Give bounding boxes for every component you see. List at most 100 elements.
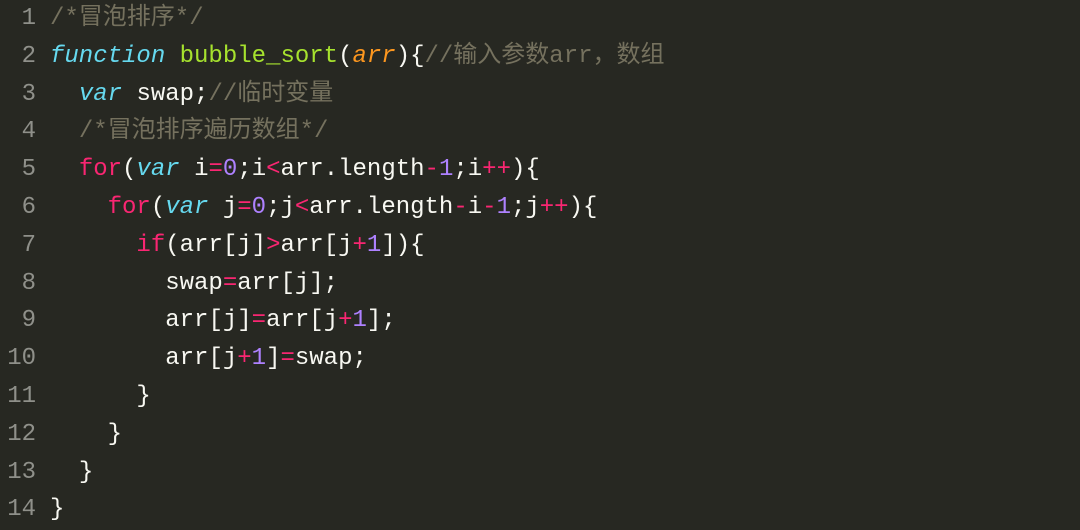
token: arr [180,232,223,259]
token: + [237,345,251,372]
token [50,421,108,448]
token: ; [352,345,366,372]
token: } [50,496,64,523]
token: ( [165,232,179,259]
token: /*冒泡排序*/ [50,5,204,32]
token [50,118,79,145]
token: //临时变量 [208,81,333,108]
line-number: 5 [0,151,44,189]
token: + [353,232,367,259]
line-number: 1 [0,0,44,38]
token: arr [165,345,208,372]
token: j [223,345,237,372]
token: ] [266,345,280,372]
token: swap [165,270,223,297]
line-number: 10 [0,340,44,378]
code-line[interactable]: for(var j=0;j<arr.length-i-1;j++){ [50,189,1080,227]
token: ] [309,270,323,297]
line-number: 4 [0,113,44,151]
token: 1 [367,232,381,259]
token: swap [136,81,194,108]
token: bubble_sort [180,43,338,70]
code-line[interactable]: swap=arr[j]; [50,265,1080,303]
code-line[interactable]: if(arr[j]>arr[j+1]){ [50,227,1080,265]
token: ; [511,194,525,221]
token: { [525,156,539,183]
token [50,307,165,334]
token: arr [237,270,280,297]
token: { [583,194,597,221]
token: } [108,421,122,448]
token: var [136,156,179,183]
line-number: 3 [0,76,44,114]
code-editor[interactable]: 1234567891011121314 /*冒泡排序*/function bub… [0,0,1080,530]
token [50,345,165,372]
token: length [338,156,424,183]
code-line[interactable]: for(var i=0;i<arr.length-1;i++){ [50,151,1080,189]
token: j [223,194,237,221]
token: [ [324,232,338,259]
token: for [108,194,151,221]
token: j [338,232,352,259]
token: [ [309,307,323,334]
token: function [50,43,165,70]
code-line[interactable]: } [50,416,1080,454]
code-line[interactable]: var swap;//临时变量 [50,76,1080,114]
token: ++ [540,194,569,221]
line-number: 11 [0,378,44,416]
token: 0 [223,156,237,183]
token: = [252,307,266,334]
token: ; [453,156,467,183]
token: /*冒泡排序遍历数组*/ [79,118,329,145]
line-number: 12 [0,416,44,454]
token: arr [352,43,395,70]
code-line[interactable]: function bubble_sort(arr){//输入参数arr，数组 [50,38,1080,76]
token: ; [381,307,395,334]
token: arr [165,307,208,334]
token: var [165,194,208,221]
token: 1 [353,307,367,334]
code-area[interactable]: /*冒泡排序*/function bubble_sort(arr){//输入参数… [44,0,1080,530]
token: ; [324,270,338,297]
code-line[interactable]: arr[j+1]=swap; [50,340,1080,378]
token: j [324,307,338,334]
token: i [252,156,266,183]
token [180,156,194,183]
token: j [295,270,309,297]
token: ) [569,194,583,221]
token [50,156,79,183]
token: > [266,232,280,259]
token: . [353,194,367,221]
token: 0 [252,194,266,221]
code-line[interactable]: } [50,378,1080,416]
token: - [425,156,439,183]
token: < [266,156,280,183]
token: var [79,81,122,108]
code-line[interactable]: arr[j]=arr[j+1]; [50,302,1080,340]
line-number: 2 [0,38,44,76]
token: ] [381,232,395,259]
token: ( [338,43,352,70]
token: + [338,307,352,334]
token: j [223,307,237,334]
token: - [482,194,496,221]
token: [ [208,345,222,372]
code-line[interactable]: } [50,454,1080,492]
line-number: 7 [0,227,44,265]
token: ] [367,307,381,334]
token: i [468,194,482,221]
token: = [237,194,251,221]
code-line[interactable]: } [50,491,1080,529]
token: [ [208,307,222,334]
token: ( [151,194,165,221]
token: //输入参数arr，数组 [425,43,665,70]
token: j [280,194,294,221]
token: { [410,43,424,70]
token: [ [280,270,294,297]
code-line[interactable]: /*冒泡排序*/ [50,0,1080,38]
token: = [223,270,237,297]
token: ) [396,43,410,70]
token [50,459,79,486]
code-line[interactable]: /*冒泡排序遍历数组*/ [50,113,1080,151]
token: j [525,194,539,221]
